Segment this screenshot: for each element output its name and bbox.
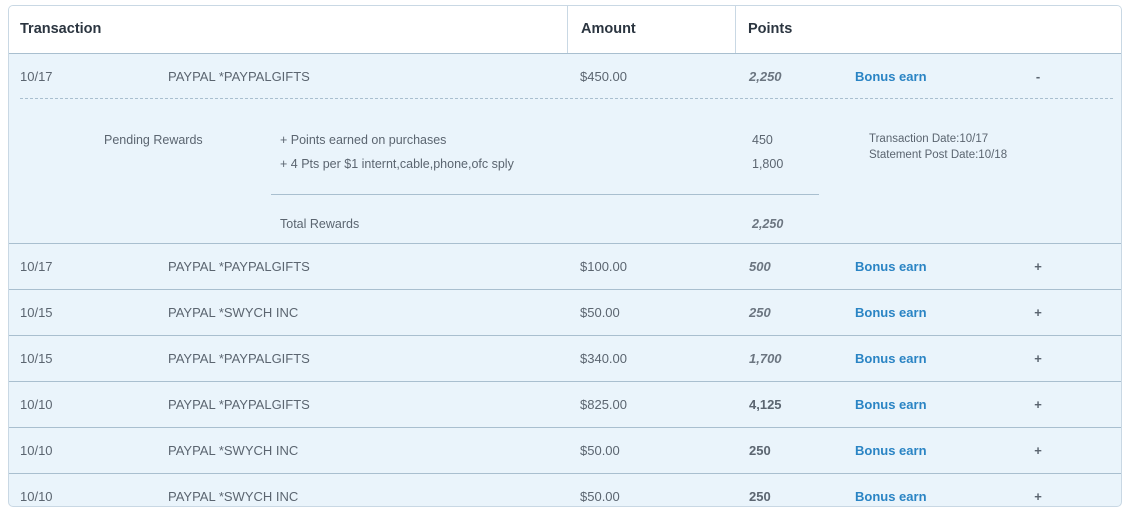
expand-row-button[interactable]: +: [1031, 244, 1045, 289]
row-date: 10/10: [20, 397, 53, 412]
bonus-earn-link[interactable]: Bonus earn: [855, 290, 927, 335]
row-points: 500: [749, 259, 771, 274]
expand-row-button[interactable]: +: [1031, 290, 1045, 335]
row-amount: $340.00: [580, 351, 627, 366]
reward-line-purchases-points: 450: [752, 133, 773, 147]
table-row[interactable]: 10/15 PAYPAL *SWYCH INC $50.00 250 Bonus ear…: [9, 290, 1121, 336]
table-row[interactable]: 10/10 PAYPAL *SWYCH INC $50.00 250 Bonus ear…: [9, 474, 1121, 506]
header-divider: [735, 6, 736, 53]
collapse-row-button[interactable]: -: [1031, 54, 1045, 99]
row-date: 10/10: [20, 443, 53, 458]
row-points: 250: [749, 305, 771, 320]
expand-row-button[interactable]: +: [1031, 428, 1045, 473]
table-row-expanded[interactable]: 10/17 PAYPAL *PAYPALGIFTS $450.00 2,250 …: [9, 54, 1121, 244]
header-points: Points: [748, 21, 793, 37]
row-amount: $100.00: [580, 259, 627, 274]
transaction-rows: 10/17 PAYPAL *PAYPALGIFTS $100.00 500 Bonus …: [9, 244, 1121, 506]
bonus-earn-link[interactable]: Bonus earn: [855, 336, 927, 381]
total-rewards-points: 2,250: [752, 217, 784, 231]
table-row[interactable]: 10/17 PAYPAL *PAYPALGIFTS $100.00 500 Bonus …: [9, 244, 1121, 290]
row-merchant: PAYPAL *PAYPALGIFTS: [168, 397, 310, 412]
table-header: Transaction Amount Points: [9, 6, 1121, 54]
reward-line-purchases: + Points earned on purchases: [280, 133, 447, 147]
row-date: 10/15: [20, 305, 53, 320]
row-merchant: PAYPAL *SWYCH INC: [168, 443, 299, 458]
table-row[interactable]: 10/15 PAYPAL *PAYPALGIFTS $340.00 1,700 Bonu…: [9, 336, 1121, 382]
transactions-table: Transaction Amount Points 10/17 PAYPAL *…: [8, 5, 1122, 507]
reward-line-bonus-category: + 4 Pts per $1 internt,cable,phone,ofc s…: [280, 157, 514, 171]
total-divider: [271, 194, 819, 195]
header-transaction: Transaction: [20, 21, 102, 37]
expand-row-button[interactable]: +: [1031, 474, 1045, 506]
row-date: 10/17: [20, 69, 53, 84]
row-amount: $450.00: [580, 69, 627, 84]
transaction-date: Transaction Date:10/17: [869, 133, 989, 145]
header-divider: [567, 6, 568, 53]
row-points: 4,125: [749, 397, 782, 412]
reward-line-bonus-category-points: 1,800: [752, 157, 784, 171]
bonus-earn-link[interactable]: Bonus earn: [855, 382, 927, 427]
bonus-earn-link[interactable]: Bonus earn: [855, 428, 927, 473]
row-amount: $825.00: [580, 397, 627, 412]
bonus-earn-link[interactable]: Bonus earn: [855, 244, 927, 289]
table-row[interactable]: 10/10 PAYPAL *PAYPALGIFTS $825.00 4,125 Bonu…: [9, 382, 1121, 428]
row-date: 10/10: [20, 489, 53, 504]
row-date: 10/17: [20, 259, 53, 274]
bonus-earn-link[interactable]: Bonus earn: [855, 54, 927, 99]
row-merchant: PAYPAL *PAYPALGIFTS: [168, 69, 310, 84]
row-points: 1,700: [749, 351, 782, 366]
row-points: 250: [749, 443, 771, 458]
statement-post-date: Statement Post Date:10/18: [869, 149, 1008, 161]
dashed-divider: [20, 98, 1113, 99]
table-row[interactable]: 10/10 PAYPAL *SWYCH INC $50.00 250 Bonus ear…: [9, 428, 1121, 474]
row-merchant: PAYPAL *PAYPALGIFTS: [168, 259, 310, 274]
pending-rewards-label: Pending Rewards: [104, 133, 203, 147]
total-rewards-label: Total Rewards: [280, 217, 360, 231]
row-amount: $50.00: [580, 305, 620, 320]
row-points: 250: [749, 489, 771, 504]
row-date: 10/15: [20, 351, 53, 366]
expand-row-button[interactable]: +: [1031, 336, 1045, 381]
expand-row-button[interactable]: +: [1031, 382, 1045, 427]
row-merchant: PAYPAL *SWYCH INC: [168, 489, 299, 504]
row-points: 2,250: [749, 69, 782, 84]
row-merchant: PAYPAL *SWYCH INC: [168, 305, 299, 320]
row-amount: $50.00: [580, 443, 620, 458]
header-amount: Amount: [581, 21, 636, 37]
row-amount: $50.00: [580, 489, 620, 504]
row-merchant: PAYPAL *PAYPALGIFTS: [168, 351, 310, 366]
bonus-earn-link[interactable]: Bonus earn: [855, 474, 927, 506]
